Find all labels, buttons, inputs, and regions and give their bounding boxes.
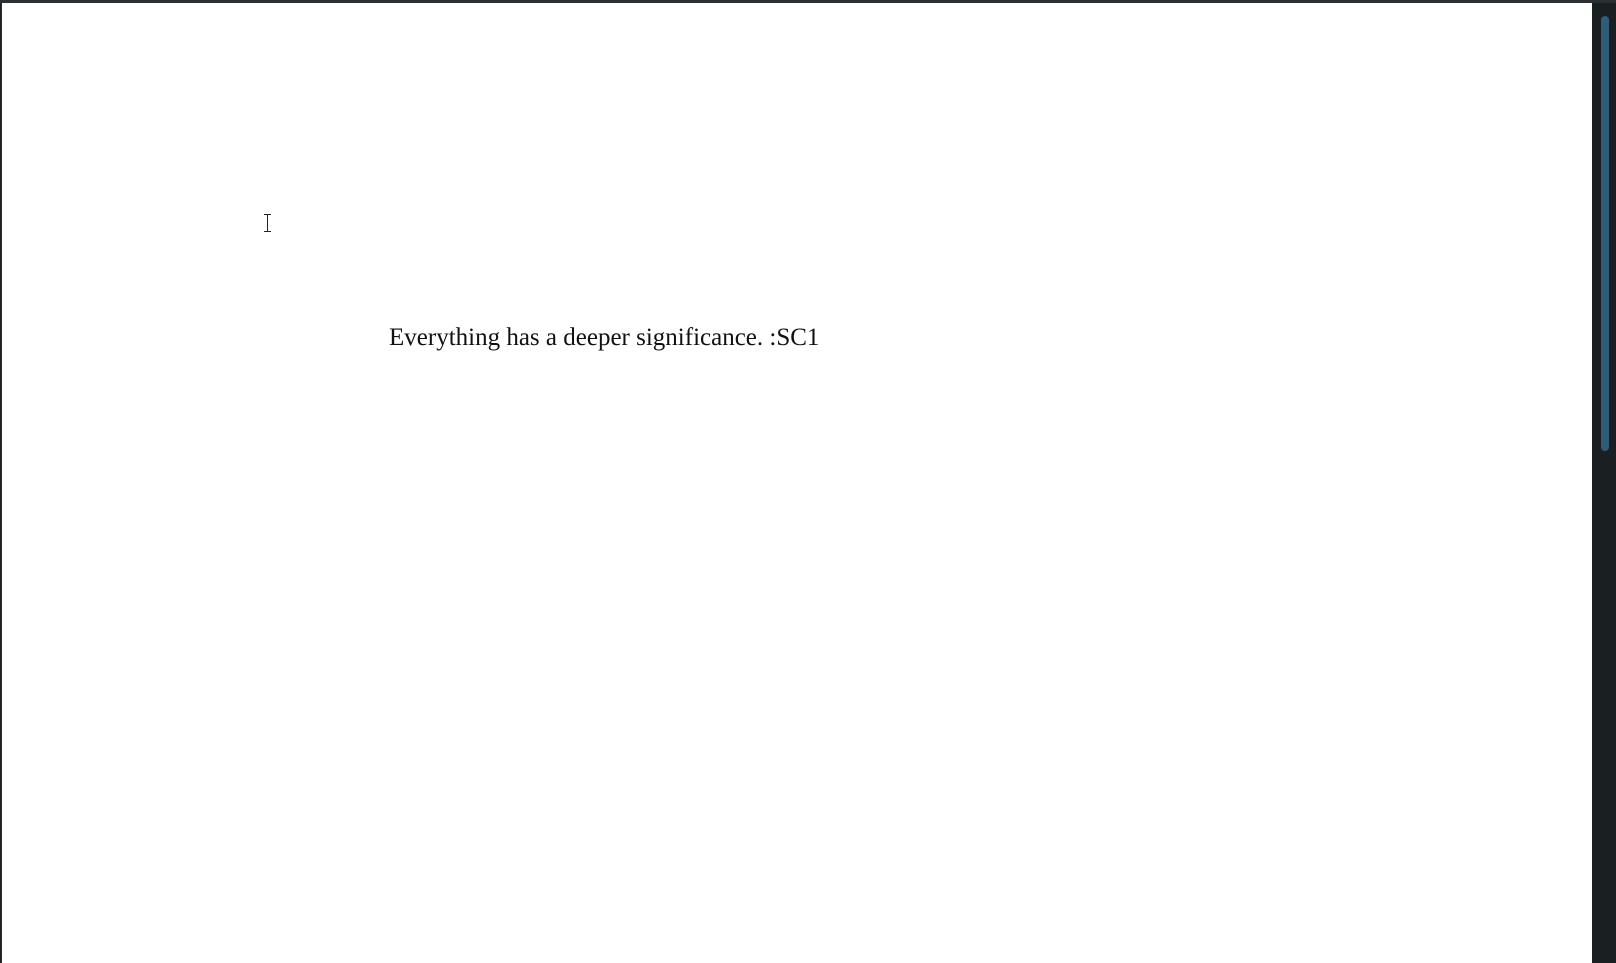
- vertical-scrollbar-thumb[interactable]: [1601, 16, 1609, 451]
- document-text-line[interactable]: Everything has a deeper significance. :S…: [389, 321, 819, 355]
- text-cursor-bottom-cap: [264, 231, 271, 232]
- document-page[interactable]: Everything has a deeper significance. :S…: [1, 3, 1592, 963]
- text-cursor-bar: [267, 214, 268, 231]
- text-cursor-icon: [263, 213, 273, 233]
- document-window: Everything has a deeper significance. :S…: [0, 0, 1616, 963]
